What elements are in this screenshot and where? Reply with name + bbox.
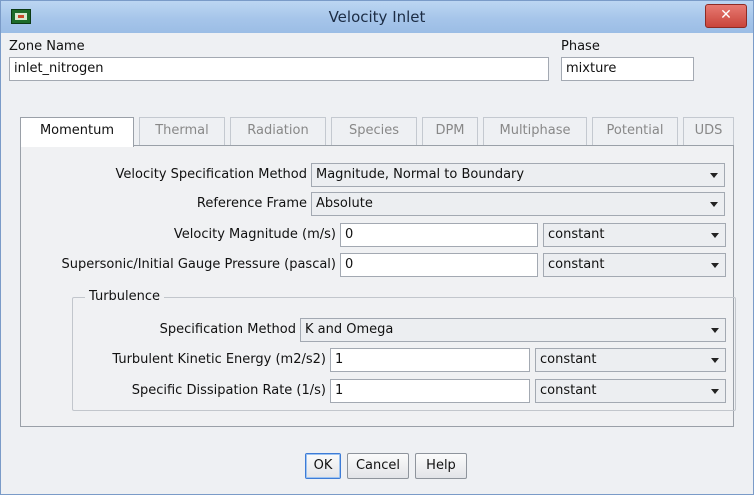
turbulence-spec-label: Specification Method xyxy=(159,322,296,337)
kinetic-energy-mode-value: constant xyxy=(540,352,597,367)
gauge-pressure-label: Supersonic/Initial Gauge Pressure (pasca… xyxy=(61,257,336,272)
cancel-button[interactable]: Cancel xyxy=(347,453,409,479)
turbulence-spec-dropdown[interactable]: K and Omega xyxy=(300,318,726,342)
chevron-down-icon xyxy=(711,358,719,363)
tab-potential[interactable]: Potential xyxy=(592,117,678,145)
kinetic-energy-mode-dropdown[interactable]: constant xyxy=(535,348,726,372)
tab-radiation[interactable]: Radiation xyxy=(230,117,326,145)
tab-species[interactable]: Species xyxy=(331,117,417,145)
velocity-spec-value: Magnitude, Normal to Boundary xyxy=(316,167,525,182)
velocity-spec-dropdown[interactable]: Magnitude, Normal to Boundary xyxy=(311,163,725,187)
chevron-down-icon xyxy=(711,263,719,268)
velocity-magnitude-label: Velocity Magnitude (m/s) xyxy=(173,227,336,242)
dissipation-rate-input[interactable]: 1 xyxy=(330,379,530,403)
velocity-magnitude-mode-dropdown[interactable]: constant xyxy=(543,223,726,247)
chevron-down-icon xyxy=(711,233,719,238)
gauge-pressure-mode-dropdown[interactable]: constant xyxy=(543,253,726,277)
velocity-spec-label: Velocity Specification Method xyxy=(115,167,307,182)
zone-name-input[interactable]: inlet_nitrogen xyxy=(9,57,549,81)
title-bar[interactable]: Velocity Inlet ✕ xyxy=(1,1,753,33)
dissipation-rate-mode-dropdown[interactable]: constant xyxy=(535,379,726,403)
kinetic-energy-input[interactable]: 1 xyxy=(330,348,530,372)
chevron-down-icon xyxy=(710,173,718,178)
gauge-pressure-mode-value: constant xyxy=(548,257,605,272)
tab-dpm[interactable]: DPM xyxy=(422,117,478,145)
reference-frame-dropdown[interactable]: Absolute xyxy=(311,192,725,216)
phase-input[interactable]: mixture xyxy=(561,57,694,81)
reference-frame-label: Reference Frame xyxy=(196,196,307,211)
chevron-down-icon xyxy=(711,389,719,394)
chevron-down-icon xyxy=(710,202,718,207)
phase-label: Phase xyxy=(561,39,600,54)
velocity-magnitude-input[interactable]: 0 xyxy=(340,223,538,247)
tab-momentum[interactable]: Momentum xyxy=(20,117,134,147)
kinetic-energy-label: Turbulent Kinetic Energy (m2/s2) xyxy=(112,352,326,367)
tab-bar: Momentum Thermal Radiation Species DPM M… xyxy=(20,117,734,147)
help-button[interactable]: Help xyxy=(415,453,467,479)
dissipation-rate-mode-value: constant xyxy=(540,383,597,398)
turbulence-group-label: Turbulence xyxy=(85,289,165,304)
close-button[interactable]: ✕ xyxy=(705,4,747,28)
window-title: Velocity Inlet xyxy=(328,8,426,26)
gauge-pressure-input[interactable]: 0 xyxy=(340,253,538,277)
dissipation-rate-label: Specific Dissipation Rate (1/s) xyxy=(131,383,326,398)
turbulence-spec-value: K and Omega xyxy=(305,322,394,337)
velocity-magnitude-mode-value: constant xyxy=(548,227,605,242)
chevron-down-icon xyxy=(711,328,719,333)
tab-uds[interactable]: UDS xyxy=(683,117,734,145)
tab-multiphase[interactable]: Multiphase xyxy=(483,117,587,145)
reference-frame-value: Absolute xyxy=(316,196,373,211)
zone-name-label: Zone Name xyxy=(9,39,85,54)
tab-thermal[interactable]: Thermal xyxy=(139,117,225,145)
velocity-inlet-dialog: Velocity Inlet ✕ Zone Name inlet_nitroge… xyxy=(0,0,754,495)
ok-button[interactable]: OK xyxy=(305,453,341,479)
